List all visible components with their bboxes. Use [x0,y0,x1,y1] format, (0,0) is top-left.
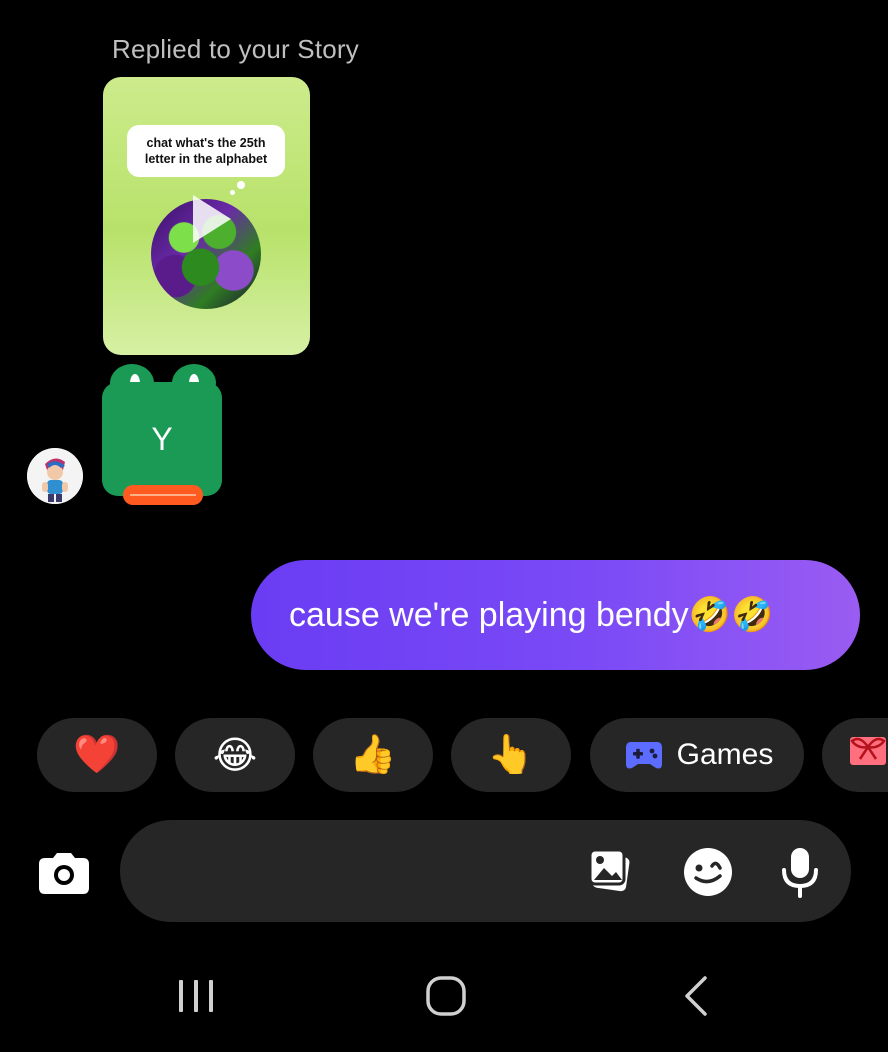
reaction-pointing-button[interactable]: 👆 [451,718,571,792]
story-preview-card[interactable]: chat what's the 25th letter in the alpha… [103,77,310,355]
back-button[interactable] [666,970,726,1022]
recent-apps-icon [179,980,213,1012]
gift-icon [848,733,888,777]
quick-reactions-row: ❤️ 😂 👍 👆 Games [37,718,888,792]
message-input[interactable] [150,850,574,894]
reaction-thumbs-up-button[interactable]: 👍 [313,718,433,792]
avatar[interactable] [27,448,83,504]
gallery-icon [588,848,630,892]
story-caption: chat what's the 25th letter in the alpha… [127,125,285,177]
sticker-letter: Y [102,382,222,496]
frog-letter-sticker[interactable]: Y [102,364,222,506]
recent-apps-button[interactable] [166,970,226,1022]
sticker-icon [684,848,732,896]
home-icon [426,976,466,1016]
camera-button[interactable] [37,850,91,896]
replied-to-story-label: Replied to your Story [112,34,359,64]
camera-icon [39,853,89,894]
reaction-heart-button[interactable]: ❤️ [37,718,157,792]
games-button[interactable]: Games [590,718,804,792]
microphone-button[interactable] [774,846,826,898]
back-icon [685,976,707,1016]
home-button[interactable] [416,970,476,1022]
sticker-button[interactable] [682,846,734,898]
game-controller-icon [625,738,663,772]
gift-button[interactable] [822,718,888,792]
reaction-tears-of-joy-button[interactable]: 😂 [175,718,295,792]
caption-bubble-tail [237,181,245,189]
message-composer[interactable] [120,820,851,922]
play-icon[interactable] [193,195,231,243]
avatar-illustration [27,448,83,504]
games-label: Games [676,738,774,771]
sent-message-bubble[interactable]: cause we're playing bendy🤣🤣 [251,560,860,670]
microphone-icon [782,848,818,898]
frog-feet-stripe [130,494,196,496]
gallery-button[interactable] [588,846,640,898]
